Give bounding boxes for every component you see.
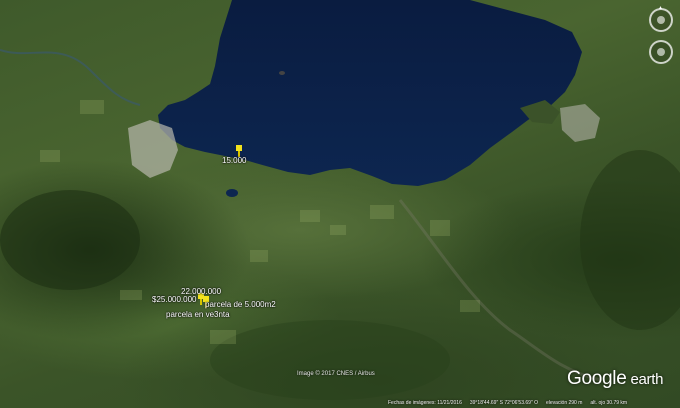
google-earth-logo: Google earth bbox=[567, 368, 663, 390]
logo-google-text: Google bbox=[567, 368, 627, 389]
satellite-map-view[interactable]: 15.000 22.000.000 $25.000.000 parcela de… bbox=[0, 0, 680, 408]
north-indicator-icon: ▲ bbox=[658, 5, 663, 11]
parcela-sale-label: parcela en ve3nta bbox=[166, 310, 230, 319]
parcela-size-label: parcela de 5.000m2 bbox=[205, 300, 276, 309]
move-joystick[interactable] bbox=[657, 48, 665, 56]
logo-earth-text: earth bbox=[630, 371, 664, 388]
eye-altitude-readout: alt. ojo 30.79 km bbox=[590, 399, 628, 406]
imagery-credit: Image © 2017 CNES / Airbus bbox=[297, 371, 375, 377]
price-label-25000000: $25.000.000 bbox=[152, 295, 197, 304]
navigation-control-icon[interactable]: ▲ bbox=[646, 5, 676, 68]
terrain-layer bbox=[0, 0, 680, 400]
town-east bbox=[560, 104, 600, 142]
coordinates-readout: 39°18'44.69" S 72°06'53.69" O bbox=[469, 399, 538, 406]
small-lake bbox=[226, 189, 238, 197]
town-west bbox=[128, 120, 178, 178]
elevation-readout: elevación 290 m bbox=[545, 399, 583, 406]
look-joystick[interactable] bbox=[657, 16, 665, 24]
status-bar: Fechas de imágenes: 11/21/2016 39°18'44.… bbox=[0, 397, 680, 408]
price-label-15000: 15.000 bbox=[222, 156, 247, 165]
imagery-date: Fechas de imágenes: 11/21/2016 bbox=[388, 399, 462, 406]
river bbox=[0, 49, 141, 106]
